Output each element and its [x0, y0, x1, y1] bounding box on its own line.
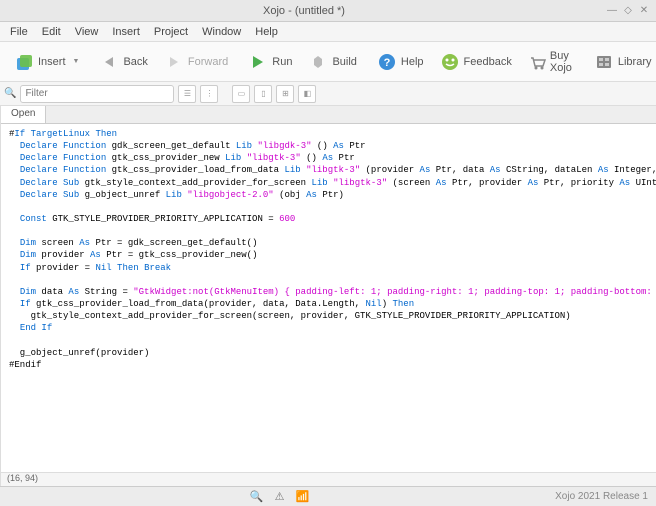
filter-input[interactable]	[20, 85, 174, 103]
run-button[interactable]: Run	[242, 49, 298, 75]
editor-pane: Open #If TargetLinux Then Declare Functi…	[1, 106, 656, 486]
view-opt-1[interactable]: ▭	[232, 85, 250, 103]
maximize-button[interactable]: ◇	[622, 5, 634, 17]
toolbar: Insert▼ Back Forward Run Build ?Help Fee…	[0, 42, 656, 82]
svg-text:?: ?	[384, 57, 391, 69]
filter-opt-1[interactable]: ☰	[178, 85, 196, 103]
menubar: File Edit View Insert Project Window Hel…	[0, 22, 656, 42]
forward-button[interactable]: Forward	[158, 49, 234, 75]
titlebar: Xojo - (untitled *) — ◇ ✕	[0, 0, 656, 22]
menu-window[interactable]: Window	[196, 24, 247, 40]
window-title: Xojo - (untitled *)	[6, 5, 602, 17]
feedback-button[interactable]: Feedback	[434, 49, 518, 75]
minimize-button[interactable]: —	[606, 5, 618, 17]
build-button[interactable]: Build	[302, 49, 362, 75]
filterbar: 🔍 ☰ ⋮ ▭ ▯ ⊞ ◧	[0, 82, 656, 106]
back-button[interactable]: Back	[93, 49, 153, 75]
code-editor[interactable]: #If TargetLinux Then Declare Function gd…	[1, 124, 656, 472]
editor-tab-open[interactable]: Open	[1, 106, 46, 123]
insert-button[interactable]: Insert▼	[8, 49, 85, 75]
menu-insert[interactable]: Insert	[106, 24, 146, 40]
menu-file[interactable]: File	[4, 24, 34, 40]
version-label: Xojo 2021 Release 1	[555, 491, 648, 502]
statusbar: 🔍 ⚠ 📶 Xojo 2021 Release 1	[0, 486, 656, 506]
buy-button[interactable]: Buy Xojo	[522, 47, 580, 77]
cursor-position: (16, 94)	[1, 472, 656, 486]
help-button[interactable]: ?Help	[371, 49, 430, 75]
view-opt-4[interactable]: ◧	[298, 85, 316, 103]
menu-view[interactable]: View	[69, 24, 105, 40]
view-opt-2[interactable]: ▯	[254, 85, 272, 103]
menu-project[interactable]: Project	[148, 24, 194, 40]
filter-opt-2[interactable]: ⋮	[200, 85, 218, 103]
menu-help[interactable]: Help	[249, 24, 284, 40]
library-button[interactable]: Library	[588, 49, 656, 75]
close-button[interactable]: ✕	[638, 5, 650, 17]
status-icons: 🔍 ⚠ 📶	[8, 490, 555, 503]
view-opt-3[interactable]: ⊞	[276, 85, 294, 103]
menu-edit[interactable]: Edit	[36, 24, 67, 40]
search-icon: 🔍	[4, 88, 16, 99]
